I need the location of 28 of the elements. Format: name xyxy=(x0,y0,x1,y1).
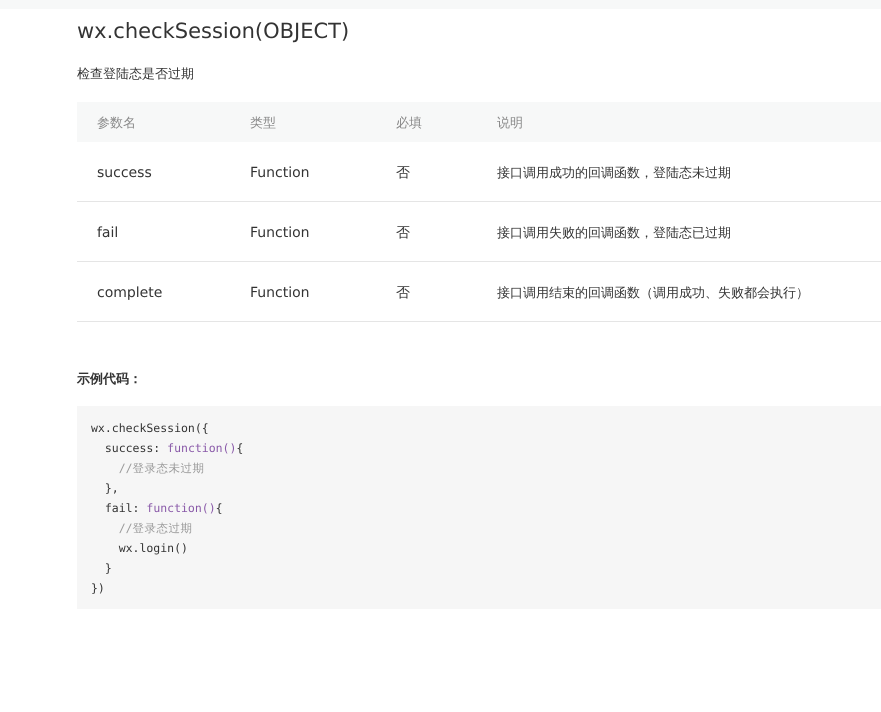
table-cell: 否 xyxy=(396,164,410,180)
code-line: //登录态过期 xyxy=(118,521,193,535)
code-line: }) xyxy=(91,581,105,595)
section-heading: 示例代码： xyxy=(77,371,142,389)
column-header: 必填 xyxy=(396,116,422,131)
table-cell: Function xyxy=(250,224,310,240)
table-cell: success xyxy=(97,164,152,180)
column-header: 类型 xyxy=(250,116,276,131)
table-cell: 接口调用失败的回调函数，登陆态已过期 xyxy=(497,226,731,240)
code-line: fail: function(){ xyxy=(104,501,223,515)
column-header: 说明 xyxy=(497,116,523,131)
table-cell: Function xyxy=(250,284,310,300)
table-cell: complete xyxy=(97,284,162,300)
column-header: 参数名 xyxy=(97,116,136,131)
code-line: wx.checkSession({ xyxy=(91,421,209,435)
table-cell: 否 xyxy=(396,224,410,240)
code-line: }, xyxy=(104,481,119,495)
code-line: } xyxy=(104,561,112,575)
table-cell: 接口调用结束的回调函数（调用成功、失败都会执行） xyxy=(497,286,809,300)
description: 检查登陆态是否过期 xyxy=(77,66,194,84)
code-line: //登录态未过期 xyxy=(118,461,205,475)
table-cell: 否 xyxy=(396,284,410,300)
table-cell: 接口调用成功的回调函数，登陆态未过期 xyxy=(497,166,731,180)
table-cell: fail xyxy=(97,224,118,240)
code-line: wx.login() xyxy=(118,541,188,555)
code-line: success: function(){ xyxy=(104,441,244,455)
page-title: wx.checkSession(OBJECT) xyxy=(77,18,350,45)
table-cell: Function xyxy=(250,164,310,180)
